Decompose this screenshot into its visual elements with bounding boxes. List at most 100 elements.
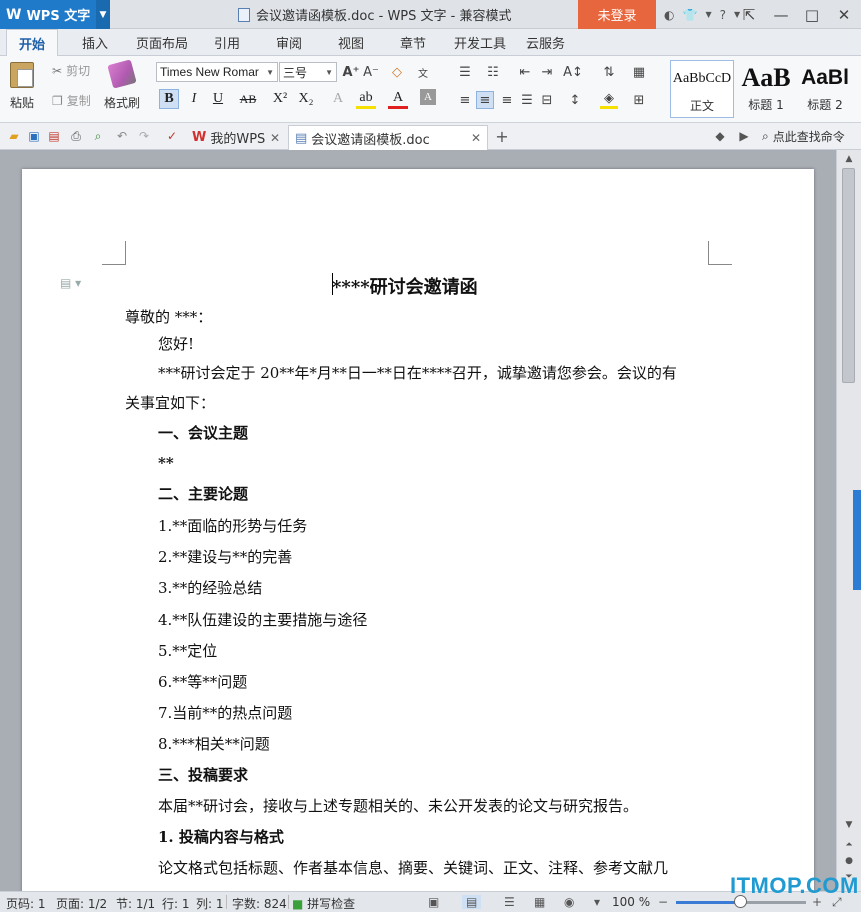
align-right-icon[interactable]: ≡	[498, 91, 516, 109]
wps-app-menu-button[interactable]: W WPS 文字 ▼	[0, 0, 110, 29]
tab-insert[interactable]: 插入	[70, 29, 120, 56]
justify-icon[interactable]: ☰	[518, 91, 536, 109]
zoom-out-icon[interactable]: −	[658, 895, 668, 909]
style-name: 正文	[689, 99, 714, 113]
numbered-list-icon[interactable]: ☷	[484, 63, 502, 81]
chevron-down-icon[interactable]: ▼	[96, 0, 110, 29]
font-color-button[interactable]: A	[388, 89, 408, 109]
distributed-align-icon[interactable]: ⊟	[538, 91, 556, 109]
shirt-icon[interactable]: 👕	[682, 8, 697, 22]
export-pdf-icon[interactable]: ▤	[46, 128, 62, 144]
subscript-button[interactable]: X₂	[296, 89, 316, 109]
doc-tab-my-wps[interactable]: W 我的WPS ✕	[186, 125, 286, 150]
scrollbar-thumb[interactable]	[842, 168, 855, 383]
close-tab-icon[interactable]: ✕	[471, 131, 481, 145]
underline-button[interactable]: U	[208, 89, 228, 109]
outline-view-icon[interactable]: ☰	[504, 895, 515, 909]
pinyin-icon[interactable]: 文	[414, 63, 432, 81]
bold-button[interactable]: B	[159, 89, 179, 109]
reading-icon[interactable]: ▶	[736, 128, 752, 144]
side-panel-toggle[interactable]	[853, 490, 861, 590]
chevron-down-icon[interactable]: ▼	[705, 10, 711, 19]
font-name-select[interactable]: Times New Romar ▼	[156, 62, 278, 82]
shrink-font-icon[interactable]: A⁻	[362, 63, 380, 81]
bullet-list-icon[interactable]: ☰	[456, 63, 474, 81]
fullscreen-icon[interactable]: ▣	[428, 895, 439, 909]
copy-button[interactable]: ❐ 复制	[52, 92, 91, 109]
tab-page-layout[interactable]: 页面布局	[124, 29, 200, 56]
scroll-down-icon[interactable]: ▼	[842, 818, 856, 832]
help-icon[interactable]: ?	[720, 8, 726, 22]
tab-review[interactable]: 审阅	[264, 29, 314, 56]
paste-button[interactable]: 粘贴	[10, 62, 34, 111]
paragraph-shading-icon[interactable]: ◈	[600, 91, 618, 109]
redo-icon[interactable]: ↷	[136, 128, 152, 144]
previous-page-icon[interactable]: ⏶	[842, 838, 856, 852]
save-icon[interactable]: ▣	[26, 128, 42, 144]
tab-start[interactable]: 开始	[6, 29, 59, 57]
maximize-button[interactable]: □	[797, 0, 827, 29]
format-painter-button[interactable]: 格式刷	[104, 59, 140, 111]
text-direction-icon[interactable]: A↕	[563, 63, 583, 81]
close-button[interactable]: ✕	[829, 0, 859, 29]
open-folder-icon[interactable]: ▰	[6, 128, 22, 144]
char-shading-button[interactable]: A	[420, 89, 436, 105]
decrease-indent-icon[interactable]: ⇤	[516, 63, 534, 81]
undo-icon[interactable]: ↶	[114, 128, 130, 144]
cut-button[interactable]: ✂ 剪切	[52, 62, 90, 79]
highlight-color-button[interactable]: ab	[356, 89, 376, 109]
document-paragraph: 4.**队伍建设的主要措施与途径	[158, 611, 368, 629]
share-icon[interactable]: ◆	[712, 128, 728, 144]
tab-cloud-service[interactable]: 云服务	[514, 29, 577, 56]
tab-section[interactable]: 章节	[388, 29, 438, 56]
eye-protection-icon[interactable]: ◉	[564, 895, 574, 909]
new-tab-icon[interactable]: +	[494, 127, 510, 146]
print-icon[interactable]: ⎙	[68, 128, 84, 144]
web-view-icon[interactable]: ▦	[534, 895, 545, 909]
minimize-button[interactable]: —	[766, 0, 796, 29]
chevron-down-icon[interactable]: ▾	[594, 895, 600, 909]
command-search[interactable]: ⌕ 点此查找命令	[762, 128, 845, 145]
clear-format-icon[interactable]: ◇	[388, 63, 406, 81]
style-normal[interactable]: AaBbCcD 正文	[670, 60, 734, 118]
increase-indent-icon[interactable]: ⇥	[538, 63, 556, 81]
italic-button[interactable]: I	[184, 89, 204, 109]
style-heading-2[interactable]: AaBl 标题 2	[800, 60, 850, 118]
font-size-select[interactable]: 三号 ▼	[279, 62, 337, 82]
doc-tab-active[interactable]: ▤ 会议邀请函模板.doc ✕	[288, 125, 488, 150]
status-row: 行: 1	[162, 897, 190, 911]
skin-icon[interactable]: ◐	[664, 8, 674, 22]
page-view-icon[interactable]: ▤	[462, 895, 482, 909]
table-border-icon[interactable]: ▦	[630, 63, 648, 81]
status-page[interactable]: 页面: 1/2	[56, 895, 107, 912]
strikethrough-button[interactable]: AB	[238, 89, 258, 109]
document-paragraph: 8.***相关**问题	[158, 735, 270, 753]
document-paragraph: 一、会议主题	[158, 424, 249, 442]
line-spacing-icon[interactable]: ↕	[566, 91, 584, 109]
tab-developer[interactable]: 开发工具	[442, 29, 518, 56]
select-browse-object-icon[interactable]: ●	[842, 854, 856, 868]
spell-check-button[interactable]: ■ 拼写检查	[292, 895, 355, 912]
restore-ribbon-icon[interactable]: ⇱	[734, 0, 764, 29]
margin-corner	[708, 241, 732, 265]
tab-references[interactable]: 引用	[202, 29, 252, 56]
print-preview-icon[interactable]: ⌕	[90, 128, 106, 144]
paragraph-layout-icon[interactable]: ▤ ▾	[60, 276, 81, 290]
align-left-icon[interactable]: ≡	[456, 91, 474, 109]
status-word-count[interactable]: 字数: 824	[232, 895, 287, 912]
text-effect-icon[interactable]: A	[328, 89, 348, 109]
borders-icon[interactable]: ⊞	[630, 91, 648, 109]
zoom-value[interactable]: 100 %	[612, 895, 650, 909]
align-center-icon[interactable]: ≡	[476, 91, 494, 109]
grow-font-icon[interactable]: A⁺	[342, 63, 360, 81]
tab-view[interactable]: 视图	[326, 29, 376, 56]
close-tab-icon[interactable]: ✕	[270, 131, 280, 145]
login-button[interactable]: 未登录	[578, 0, 656, 29]
document-page[interactable]: ▤ ▾ ****研讨会邀请函 尊敬的 ***： 您好! ***研讨会定于 20**年…	[22, 169, 814, 891]
window-title: 会议邀请函模板.doc - WPS 文字 - 兼容模式	[238, 0, 511, 29]
superscript-button[interactable]: X²	[270, 89, 290, 109]
sort-icon[interactable]: ⇅	[600, 63, 618, 81]
scroll-up-icon[interactable]: ▲	[842, 152, 856, 166]
style-heading-1[interactable]: AaB 标题 1	[736, 60, 796, 118]
customize-icon[interactable]: ✓	[164, 128, 180, 144]
